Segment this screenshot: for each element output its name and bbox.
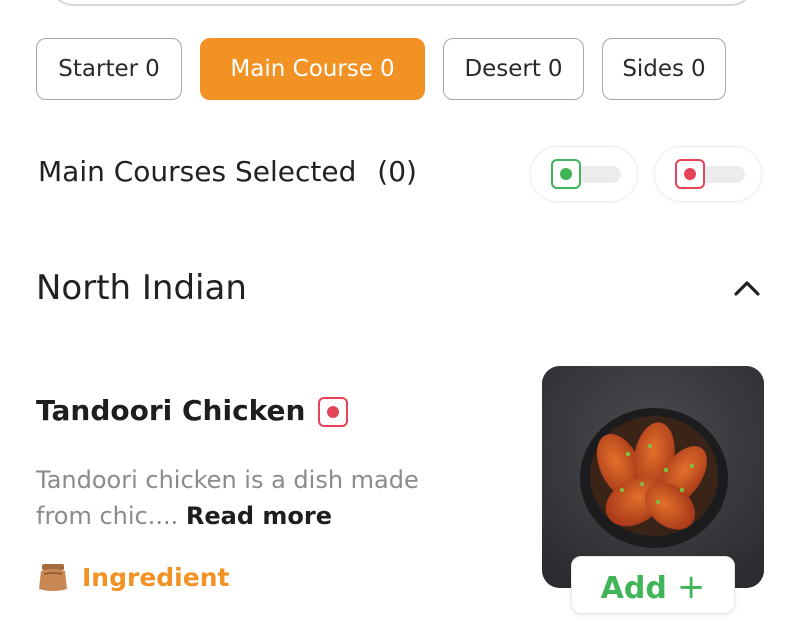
dish-name: Tandoori Chicken <box>36 394 306 427</box>
tab-count: 0 <box>145 56 160 82</box>
veg-icon <box>551 159 581 189</box>
tab-label: Main Course <box>230 56 373 82</box>
selected-summary: Main Courses Selected (0) <box>38 155 417 188</box>
dish-description: Tandoori chicken is a dish made from chi… <box>36 462 466 534</box>
non-veg-filter-toggle[interactable] <box>654 146 762 202</box>
tab-count: 0 <box>691 56 706 82</box>
add-button[interactable]: Add + <box>571 556 735 614</box>
selected-label: Main Courses Selected <box>38 155 357 188</box>
section-title[interactable]: North Indian <box>36 268 247 308</box>
non-veg-icon <box>675 159 705 189</box>
tab-count: 0 <box>547 56 563 82</box>
ingredient-label: Ingredient <box>82 562 230 592</box>
tab-count: 0 <box>379 56 395 82</box>
ingredient-sack-icon <box>39 564 67 591</box>
plus-icon: + <box>676 567 706 607</box>
tab-label: Desert <box>464 56 541 82</box>
dish-image <box>542 366 764 588</box>
selected-count: (0) <box>377 155 417 188</box>
add-label: Add <box>600 571 667 606</box>
non-veg-icon <box>318 397 348 427</box>
veg-filter-toggle[interactable] <box>530 146 638 202</box>
category-tabs: Starter 0 Main Course 0 Desert 0 Sides 0 <box>36 38 744 100</box>
tab-label: Starter <box>58 56 139 82</box>
tab-main-course[interactable]: Main Course 0 <box>200 38 425 100</box>
tab-label: Sides <box>622 56 685 82</box>
ingredient-link[interactable]: Ingredient <box>36 562 229 592</box>
chevron-up-icon[interactable] <box>730 274 764 302</box>
tab-sides[interactable]: Sides 0 <box>602 38 726 100</box>
tab-starter[interactable]: Starter 0 <box>36 38 182 100</box>
non-veg-marker <box>318 397 348 427</box>
search-bar[interactable] <box>50 0 754 6</box>
read-more-link[interactable]: Read more <box>186 502 332 530</box>
tab-desert[interactable]: Desert 0 <box>443 38 584 100</box>
